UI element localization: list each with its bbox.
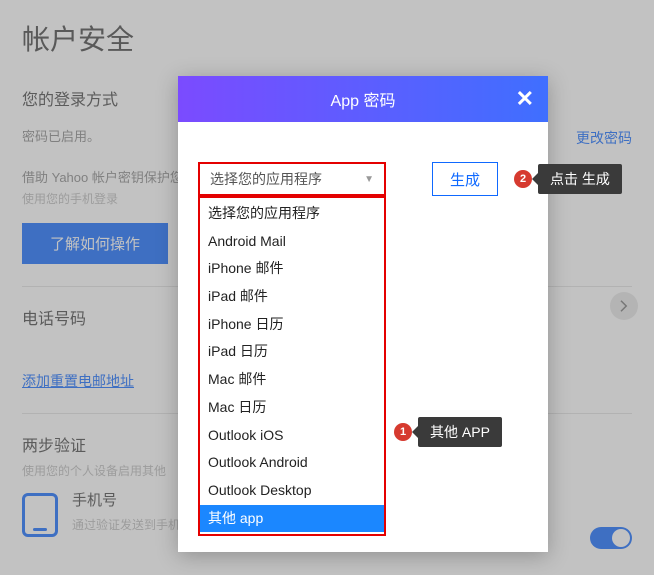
chevron-down-icon: ▼	[364, 174, 374, 185]
app-option[interactable]: 选择您的应用程序	[200, 200, 384, 228]
step-marker-1: 1	[394, 423, 412, 441]
app-option[interactable]: iPhone 邮件	[200, 255, 384, 283]
app-select-value: 选择您的应用程序	[210, 169, 322, 189]
app-option[interactable]: Android Mail	[200, 228, 384, 256]
generate-label: 生成	[450, 169, 480, 190]
step-tooltip-1: 其他 APP	[418, 417, 502, 447]
app-option[interactable]: iPad 日历	[200, 338, 384, 366]
app-option[interactable]: Outlook Android	[200, 449, 384, 477]
app-option[interactable]: 其他 app	[200, 505, 384, 533]
app-option[interactable]: Outlook Desktop	[200, 477, 384, 505]
step-tooltip-2: 点击 生成	[538, 164, 622, 194]
app-password-modal: App 密码 ✕ 选择您的应用程序 ▼ 生成 选择您的应用程序Android M…	[178, 76, 548, 552]
app-select[interactable]: 选择您的应用程序 ▼	[198, 162, 386, 196]
app-option[interactable]: Mac 邮件	[200, 366, 384, 394]
app-option[interactable]: iPhone 日历	[200, 311, 384, 339]
app-option[interactable]: Mac 日历	[200, 394, 384, 422]
modal-header: App 密码 ✕	[178, 76, 548, 122]
close-icon[interactable]: ✕	[516, 88, 534, 110]
modal-title: App 密码	[331, 87, 396, 111]
step-marker-2: 2	[514, 170, 532, 188]
app-option[interactable]: iPad 邮件	[200, 283, 384, 311]
app-option[interactable]: Outlook iOS	[200, 422, 384, 450]
generate-button[interactable]: 生成	[432, 162, 498, 196]
app-select-dropdown[interactable]: 选择您的应用程序Android MailiPhone 邮件iPad 邮件iPho…	[198, 196, 386, 536]
